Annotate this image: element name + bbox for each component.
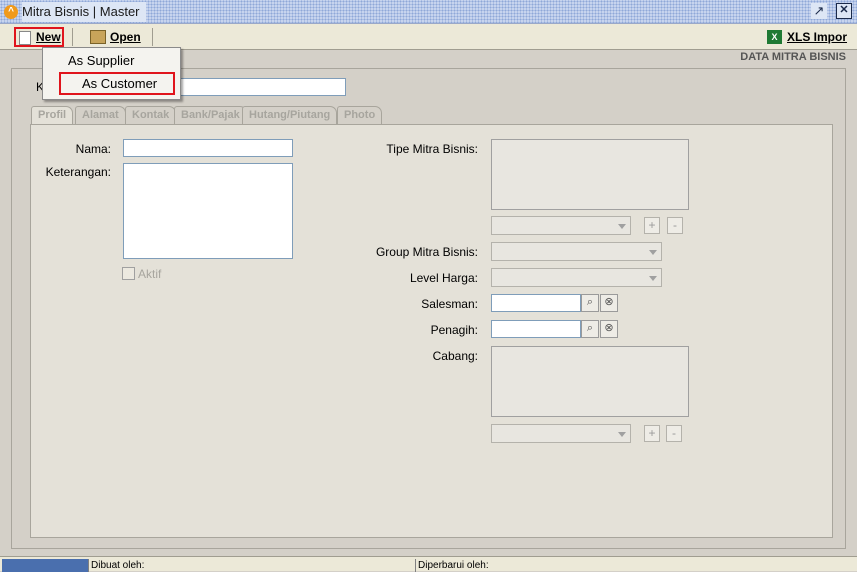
tab-photo[interactable]: Photo [337,106,383,124]
chevron-down-icon [618,432,626,437]
level-harga-select[interactable] [491,268,662,287]
tab-kontak[interactable]: Kontak [125,106,177,124]
menu-item-as-customer[interactable]: As Customer [59,72,175,95]
toolbar-separator [152,28,153,46]
new-document-icon [19,31,31,45]
tab-hutang-piutang[interactable]: Hutang/Piutang [242,106,338,124]
cabang-add-button[interactable]: + [644,425,660,442]
cabang-label: Cabang: [432,349,478,363]
keterangan-label: Keterangan: [45,165,111,179]
status-progress [2,559,88,572]
tipe-remove-button[interactable]: - [667,217,683,234]
level-harga-label: Level Harga: [409,271,478,285]
new-button-label: New [36,30,61,44]
tab-profil[interactable]: Profil [31,106,74,125]
salesman-clear-icon[interactable]: ⊗ [600,294,618,312]
code-input[interactable] [172,78,346,96]
aktif-label: Aktif [138,267,162,281]
xls-import-label: XLS Impor [787,30,848,44]
open-button-label: Open [110,30,141,44]
status-bar: Dibuat oleh: Diperbarui oleh: [0,556,857,572]
menu-item-as-supplier[interactable]: As Supplier [45,50,178,73]
excel-icon: X [767,30,782,44]
chevron-down-icon [649,250,657,255]
title-bar: ^ Mitra Bisnis | Master ↗ ✕ [0,0,857,24]
salesman-search-icon[interactable]: ⌕ [581,294,599,312]
penagih-clear-icon[interactable]: ⊗ [600,320,618,338]
updated-by-label: Diperbarui oleh: [415,559,489,572]
chevron-down-icon [649,276,657,281]
penagih-input[interactable] [491,320,581,338]
penagih-search-icon[interactable]: ⌕ [581,320,599,338]
tipe-add-button[interactable]: + [644,217,660,234]
nama-label: Nama: [75,142,111,156]
tipe-mitra-label: Tipe Mitra Bisnis: [386,142,478,156]
chevron-down-icon [618,224,626,229]
salesman-input[interactable] [491,294,581,312]
tipe-mitra-listbox[interactable] [491,139,689,210]
salesman-label: Salesman: [421,297,478,311]
xls-import-button[interactable]: X XLS Impor [767,27,847,47]
nama-input[interactable] [123,139,293,157]
tipe-mitra-select[interactable] [491,216,631,235]
section-title: DATA MITRA BISNIS [740,51,846,63]
close-window-icon[interactable]: ✕ [836,3,852,19]
cabang-select[interactable] [491,424,631,443]
open-button[interactable]: Open [90,27,141,47]
created-by-label: Dibuat oleh: [88,559,144,572]
tab-alamat[interactable]: Alamat [75,106,126,124]
new-dropdown-menu: As Supplier As Customer [42,47,181,100]
new-button[interactable]: New [14,27,64,47]
group-mitra-label: Group Mitra Bisnis: [375,245,478,259]
aktif-checkbox-row[interactable]: Aktif [122,267,161,281]
group-mitra-select[interactable] [491,242,662,261]
keterangan-textarea[interactable] [123,163,293,259]
open-folder-icon [90,30,106,44]
cabang-remove-button[interactable]: - [666,425,682,442]
window-title: Mitra Bisnis | Master [22,2,146,22]
penagih-label: Penagih: [430,323,478,337]
tab-bank-pajak[interactable]: Bank/Pajak [174,106,247,124]
restore-window-icon[interactable]: ↗ [811,3,827,19]
aktif-checkbox[interactable] [122,267,135,280]
app-logo-icon: ^ [4,5,18,19]
toolbar-separator [72,28,73,46]
cabang-listbox[interactable] [491,346,689,417]
